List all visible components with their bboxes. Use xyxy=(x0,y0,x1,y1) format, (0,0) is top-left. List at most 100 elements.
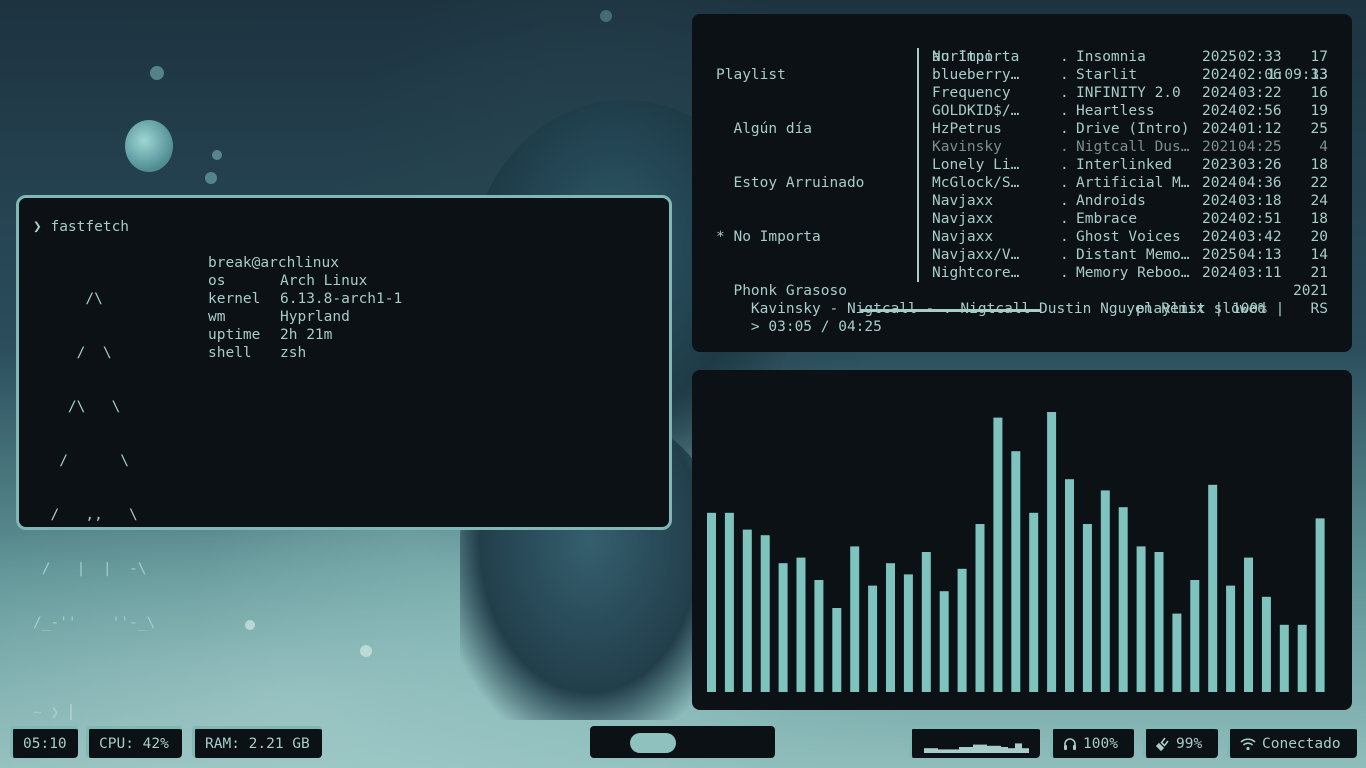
track-number: 21 xyxy=(1310,265,1328,281)
track-row[interactable]: Navjaxx/V…. Distant Memo… 2025 04:13 14 xyxy=(932,246,1332,264)
visualizer-bar xyxy=(1226,585,1236,692)
network-widget[interactable]: Conectado xyxy=(1227,726,1357,758)
track-row[interactable]: HzPetrus. Drive (Intro) 2024 01:12 25 xyxy=(932,120,1332,138)
track-year: 2025 xyxy=(1202,247,1237,263)
cpu-widget[interactable]: CPU: 42% xyxy=(86,726,182,758)
track-title: Artificial M… xyxy=(1076,175,1190,191)
track-row[interactable]: auritni. Insomnia 2025 02:33 17 xyxy=(932,48,1332,66)
track-year: 2024 xyxy=(1202,67,1237,83)
terminal-window[interactable]: ❯ fastfetch /\ / \ /\ \ / \ / ,, \ / | |… xyxy=(16,195,672,721)
mini-visualizer-widget xyxy=(909,726,1040,758)
ascii-line: / | | -\ xyxy=(33,561,147,577)
track-title: Heartless xyxy=(1076,103,1155,119)
info-uptime: uptime 2h 21m xyxy=(208,326,402,344)
mini-visualizer-bar xyxy=(1015,743,1022,753)
visualizer-bar xyxy=(796,557,806,692)
track-duration: 02:56 xyxy=(1238,103,1282,119)
ascii-line: / \ xyxy=(33,345,112,361)
text-cursor xyxy=(69,704,72,720)
mini-visualizer-bar xyxy=(987,745,994,753)
mini-visualizer-bar xyxy=(980,744,987,753)
visualizer-bar xyxy=(1208,484,1218,692)
track-year: 2024 xyxy=(1202,193,1237,209)
mini-visualizer xyxy=(924,743,1029,753)
track-title: Drive (Intro) xyxy=(1076,121,1190,137)
clock-widget[interactable]: 05:10 xyxy=(10,726,78,758)
track-duration: 04:13 xyxy=(1238,247,1282,263)
visualizer-bar xyxy=(939,591,949,692)
info-value: Hyprland xyxy=(280,309,350,325)
info-key: shell xyxy=(208,345,252,361)
mini-visualizer-bar xyxy=(1022,748,1029,753)
visualizer-bar xyxy=(1190,580,1200,692)
plug-icon xyxy=(1156,737,1170,751)
network-status: Conectado xyxy=(1262,735,1341,752)
workspace-active-indicator[interactable] xyxy=(630,733,676,753)
info-value: 6.13.8-arch1-1 xyxy=(280,291,403,307)
track-separator: . xyxy=(1060,67,1069,83)
playback-progress: > 03:05 / 04:25 playlist | 100% | RS xyxy=(716,300,1328,335)
track-number: 18 xyxy=(1310,211,1328,227)
wallpaper-orb xyxy=(150,66,164,80)
track-year: 2021 xyxy=(1202,139,1237,155)
track-title: Ghost Voices xyxy=(1076,229,1181,245)
visualizer-bar xyxy=(1118,507,1128,692)
visualizer-bar xyxy=(921,552,931,692)
visualizer-bar xyxy=(1154,552,1164,692)
visualizer-bar xyxy=(1011,451,1021,692)
track-row[interactable]: Frequency. INFINITY 2.0 2024 03:22 16 xyxy=(932,84,1332,102)
mini-visualizer-bar xyxy=(952,749,959,753)
playlist-item[interactable]: Algún día xyxy=(716,120,916,138)
playlist-item[interactable]: Estoy Arruinado xyxy=(716,174,916,192)
track-artist: Lonely Li… xyxy=(932,157,1020,173)
track-row[interactable]: Navjaxx. Ghost Voices 2024 03:42 20 xyxy=(932,228,1332,246)
visualizer-bar xyxy=(832,608,842,692)
track-separator: . xyxy=(1060,121,1069,137)
track-row[interactable]: Navjaxx. Embrace 2024 02:51 18 xyxy=(932,210,1332,228)
track-row[interactable]: Lonely Li…. Interlinked 2023 03:26 18 xyxy=(932,156,1332,174)
mini-visualizer-bar xyxy=(924,748,931,753)
track-separator: . xyxy=(1060,265,1069,281)
track-number: 20 xyxy=(1310,229,1328,245)
track-row[interactable]: McGlock/S…. Artificial M… 2024 04:36 22 xyxy=(932,174,1332,192)
track-number: 4 xyxy=(1319,139,1328,155)
track-separator: . xyxy=(1060,139,1069,155)
track-number: 17 xyxy=(1310,49,1328,65)
volume-level: 100% xyxy=(1083,735,1118,752)
volume-widget[interactable]: 100% xyxy=(1050,726,1134,758)
fastfetch-output: /\ / \ /\ \ / \ / ,, \ / | | -\ /_-'' ''… xyxy=(33,254,655,668)
playlist-item-active[interactable]: * No Importa xyxy=(716,228,916,246)
track-duration: 03:22 xyxy=(1238,85,1282,101)
battery-level: 99% xyxy=(1176,735,1203,752)
track-year: 2024 xyxy=(1202,211,1237,227)
system-info: break@archlinux os Arch Linux kernel 6.13.… xyxy=(208,254,402,668)
visualizer-bar xyxy=(1065,479,1074,692)
ascii-line: / \ xyxy=(33,453,130,469)
track-title: Nigtcall Dus… xyxy=(1076,139,1190,155)
ram-widget[interactable]: RAM: 2.21 GB xyxy=(192,726,322,758)
mini-visualizer-bar xyxy=(994,745,1001,753)
info-key: uptime xyxy=(208,327,261,343)
visualizer-bar xyxy=(1261,596,1271,692)
track-title: Starlit xyxy=(1076,67,1138,83)
track-row[interactable]: Navjaxx. Androids 2024 03:18 24 xyxy=(932,192,1332,210)
track-row[interactable]: Nightcore…. Memory Reboo… 2024 03:11 21 xyxy=(932,264,1332,282)
track-artist: auritni xyxy=(932,49,994,65)
progress-bar[interactable] xyxy=(860,309,1041,312)
battery-widget[interactable]: 99% xyxy=(1143,726,1218,758)
track-row[interactable]: blueberry…. Starlit 2024 02:06 13 xyxy=(932,66,1332,84)
track-number: 19 xyxy=(1310,103,1328,119)
player-status: playlist | 100% | RS xyxy=(1135,301,1328,317)
track-year: 2024 xyxy=(1202,265,1237,281)
music-player: Playlist Algún día Estoy Arruinado * No … xyxy=(692,14,1352,352)
track-duration: 04:25 xyxy=(1238,139,1282,155)
track-duration: 04:36 xyxy=(1238,175,1282,191)
visualizer-bar xyxy=(1029,512,1039,692)
track-row[interactable]: Kavinsky. Nigtcall Dus… 2021 04:25 4 xyxy=(932,138,1332,156)
visualizer-bar xyxy=(993,417,1003,692)
terminal-prompt-line[interactable]: ~ ❯ xyxy=(33,704,655,722)
mini-visualizer-bar xyxy=(966,747,973,753)
track-title: Embrace xyxy=(1076,211,1138,227)
track-artist: Navjaxx xyxy=(932,211,994,227)
track-row[interactable]: GOLDKID$/…. Heartless 2024 02:56 19 xyxy=(932,102,1332,120)
